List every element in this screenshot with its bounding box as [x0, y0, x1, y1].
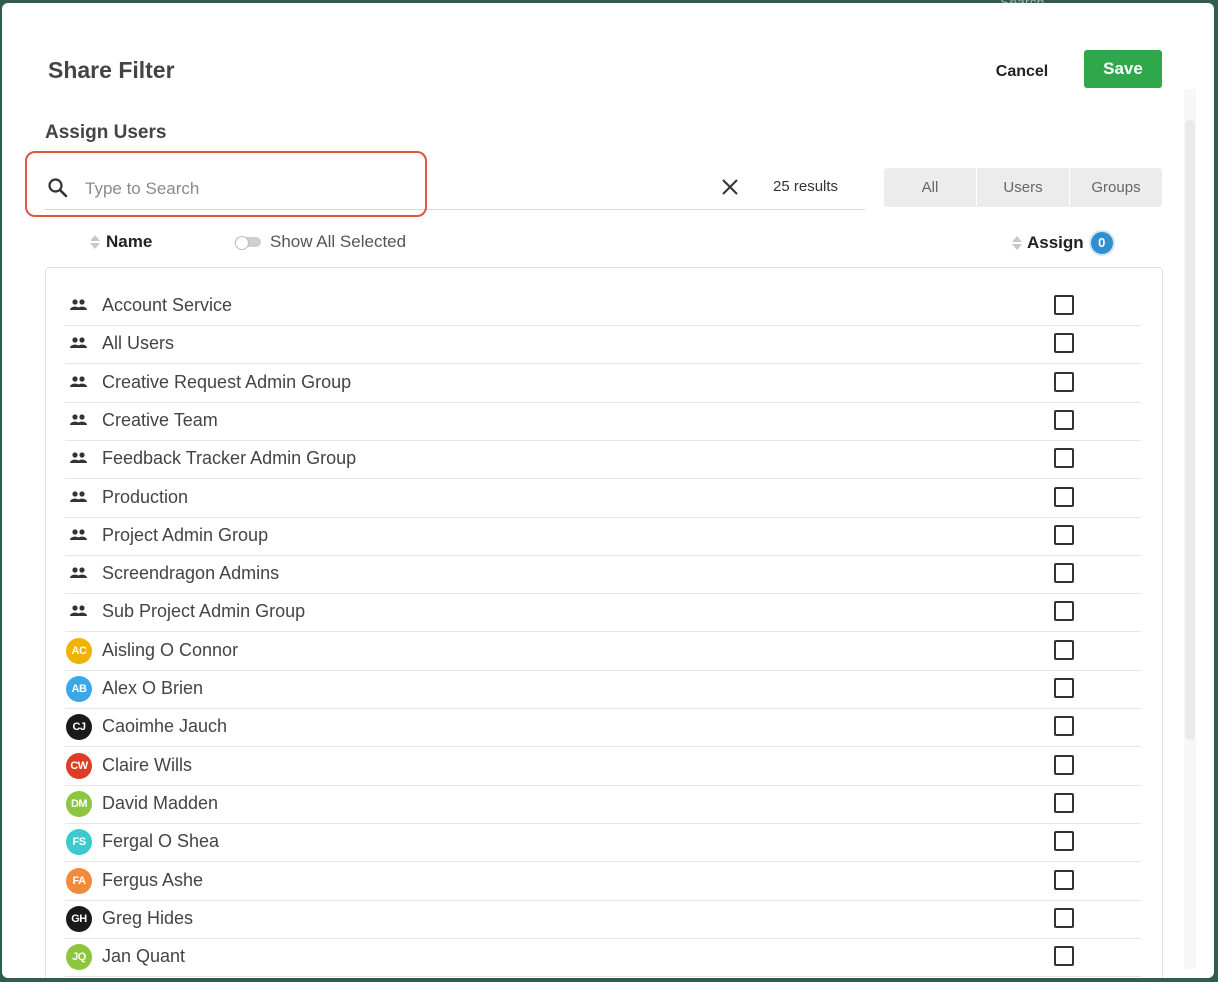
name-column-label: Name — [106, 232, 153, 251]
assign-checkbox[interactable] — [1054, 333, 1074, 353]
row-label: All Users — [102, 333, 175, 353]
user-row[interactable]: FA Fergus Ashe — [65, 862, 1141, 901]
close-icon[interactable] — [721, 178, 739, 201]
avatar: FA — [66, 868, 92, 894]
assign-checkbox[interactable] — [1054, 410, 1074, 430]
row-label: Screendragon Admins — [102, 563, 280, 583]
group-icon — [70, 413, 88, 431]
group-row[interactable]: Feedback Tracker Admin Group — [65, 440, 1141, 479]
tab-all[interactable]: All — [884, 168, 977, 207]
row-label: Sub Project Admin Group — [102, 601, 306, 621]
row-label: Alex O Brien — [102, 678, 204, 698]
user-row[interactable]: CW Claire Wills — [65, 747, 1141, 786]
assign-column-label: Assign — [1027, 233, 1084, 252]
assign-checkbox[interactable] — [1054, 563, 1074, 583]
user-row[interactable]: FS Fergal O Shea — [65, 823, 1141, 862]
sort-icon — [1012, 236, 1022, 250]
sort-icon — [90, 235, 100, 249]
row-label: Aisling O Connor — [102, 640, 239, 660]
group-icon — [70, 566, 88, 584]
row-label: Fergus Ashe — [102, 870, 204, 890]
assign-checkbox[interactable] — [1054, 525, 1074, 545]
row-label: Creative Team — [102, 410, 218, 430]
avatar: DM — [66, 791, 92, 817]
assign-checkbox[interactable] — [1054, 601, 1074, 621]
assign-checkbox[interactable] — [1054, 908, 1074, 928]
group-icon — [70, 375, 88, 393]
assign-checkbox[interactable] — [1054, 793, 1074, 813]
assign-checkbox[interactable] — [1054, 831, 1074, 851]
avatar: GH — [66, 906, 92, 932]
group-row[interactable]: All Users — [65, 325, 1141, 364]
assign-column-header[interactable]: Assign 0 — [1012, 230, 1115, 256]
share-filter-dialog: Share Filter Cancel Save Assign Users 25… — [2, 3, 1214, 978]
assign-checkbox[interactable] — [1054, 372, 1074, 392]
assign-checkbox[interactable] — [1054, 716, 1074, 736]
user-row[interactable]: CJ Caoimhe Jauch — [65, 708, 1141, 747]
show-all-selected-label: Show All Selected — [270, 232, 407, 251]
row-label: Project Admin Group — [102, 525, 269, 545]
user-row[interactable]: DM David Madden — [65, 785, 1141, 824]
group-icon — [70, 451, 88, 469]
row-label: Caoimhe Jauch — [102, 716, 228, 736]
assign-checkbox[interactable] — [1054, 487, 1074, 507]
row-label: Greg Hides — [102, 908, 194, 928]
section-title: Assign Users — [45, 122, 167, 143]
assign-checkbox[interactable] — [1054, 678, 1074, 698]
group-icon — [70, 490, 88, 508]
row-label: David Madden — [102, 793, 219, 813]
group-row[interactable]: Project Admin Group — [65, 517, 1141, 556]
group-row[interactable]: Creative Request Admin Group — [65, 364, 1141, 403]
cancel-button[interactable]: Cancel — [982, 60, 1062, 84]
group-icon — [70, 298, 88, 316]
filter-segmented-control: All Users Groups — [884, 168, 1162, 207]
assign-checkbox[interactable] — [1054, 640, 1074, 660]
user-row[interactable]: AB Alex O Brien — [65, 670, 1141, 709]
group-icon — [70, 604, 88, 622]
group-icon — [70, 336, 88, 354]
avatar: FS — [66, 829, 92, 855]
avatar: JQ — [66, 944, 92, 970]
dialog-title: Share Filter — [48, 57, 175, 83]
avatar: CW — [66, 753, 92, 779]
tab-groups[interactable]: Groups — [1070, 168, 1162, 207]
row-label: Account Service — [102, 295, 233, 315]
avatar: AC — [66, 638, 92, 664]
group-row[interactable]: Account Service — [65, 287, 1141, 326]
user-row[interactable]: GH Greg Hides — [65, 900, 1141, 939]
show-all-selected-toggle[interactable] — [235, 236, 261, 250]
assign-checkbox[interactable] — [1054, 448, 1074, 468]
row-label: Claire Wills — [102, 755, 192, 775]
search-highlight-box — [25, 151, 427, 217]
user-row[interactable]: JQ Jan Quant — [65, 938, 1141, 977]
tab-users[interactable]: Users — [977, 168, 1070, 207]
group-row[interactable]: Screendragon Admins — [65, 555, 1141, 594]
scrollbar-thumb[interactable] — [1185, 120, 1195, 740]
assign-count-badge: 0 — [1088, 230, 1115, 256]
assign-checkbox[interactable] — [1054, 870, 1074, 890]
user-row[interactable]: AC Aisling O Connor — [65, 632, 1141, 671]
assign-checkbox[interactable] — [1054, 295, 1074, 315]
save-button[interactable]: Save — [1084, 50, 1162, 88]
row-label: Production — [102, 487, 189, 507]
row-label: Feedback Tracker Admin Group — [102, 448, 357, 468]
group-row[interactable]: Production — [65, 479, 1141, 518]
assign-checkbox[interactable] — [1054, 946, 1074, 966]
assign-checkbox[interactable] — [1054, 755, 1074, 775]
row-label: Fergal O Shea — [102, 831, 220, 851]
avatar: AB — [66, 676, 92, 702]
group-row[interactable]: Creative Team — [65, 402, 1141, 441]
row-label: Jan Quant — [102, 946, 186, 966]
group-row[interactable]: Sub Project Admin Group — [65, 593, 1141, 632]
group-icon — [70, 528, 88, 546]
row-label: Creative Request Admin Group — [102, 372, 352, 392]
results-count: 25 results — [773, 178, 839, 195]
avatar: CJ — [66, 714, 92, 740]
name-column-header[interactable]: Name — [90, 232, 152, 252]
show-all-selected: Show All Selected — [235, 232, 406, 252]
